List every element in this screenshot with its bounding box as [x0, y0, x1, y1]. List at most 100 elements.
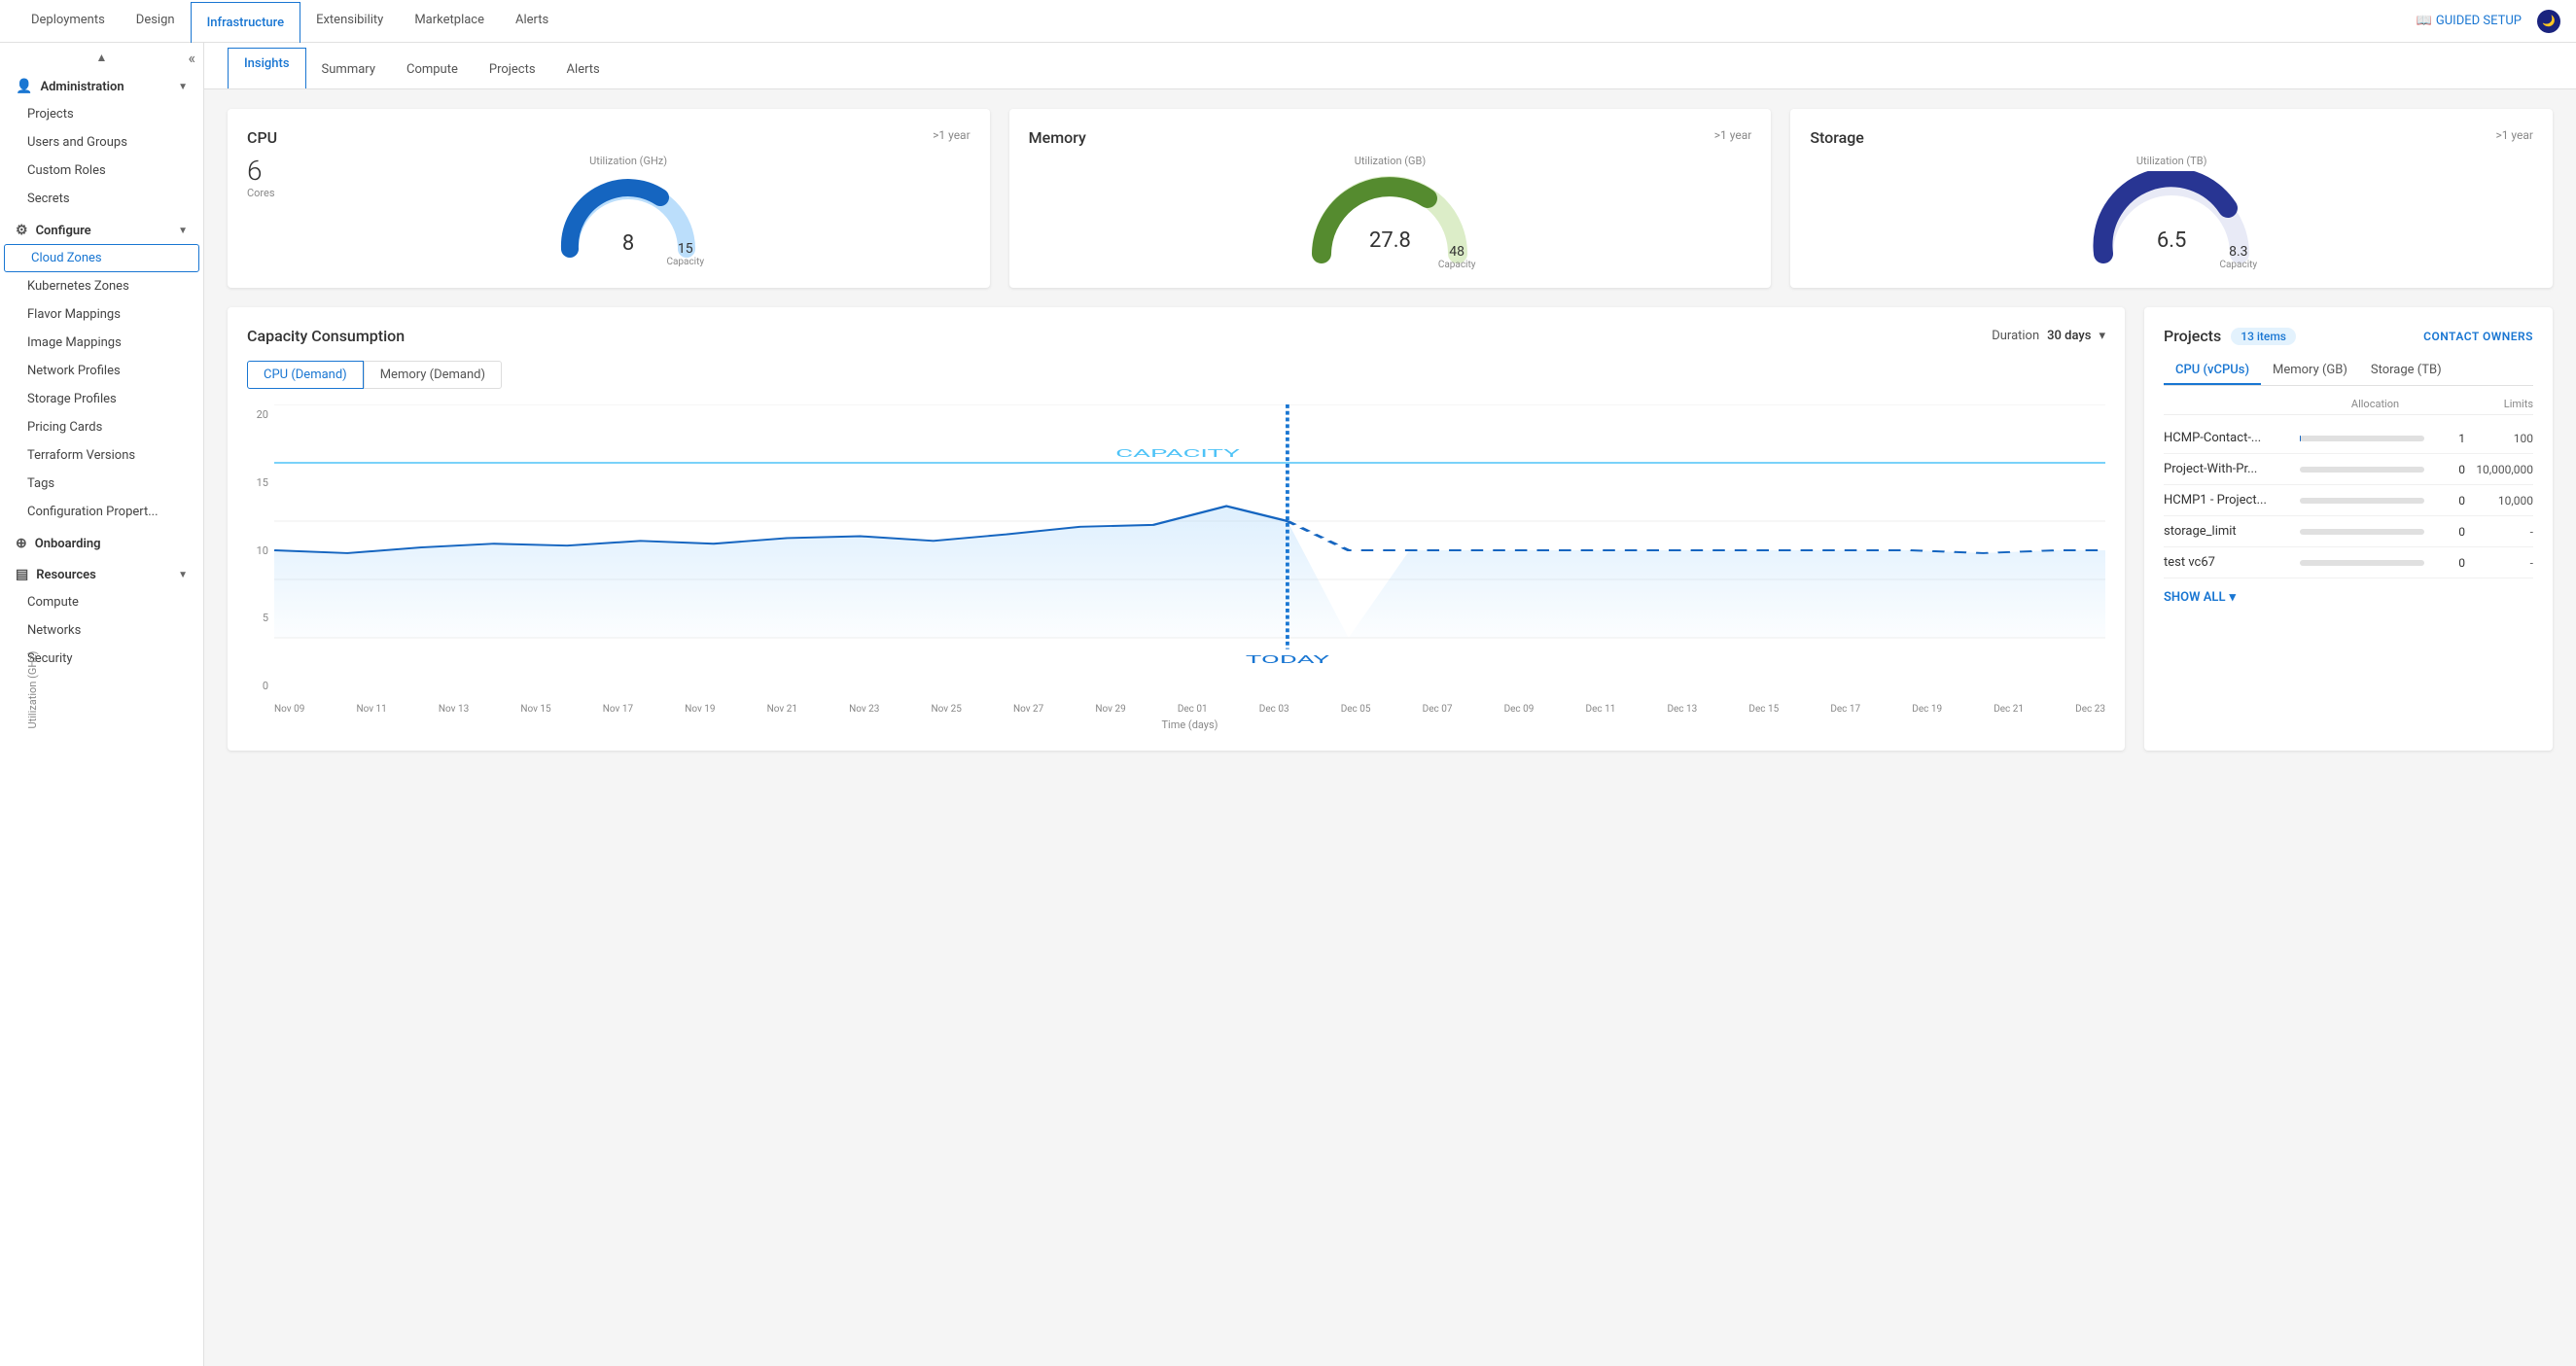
- x-label-21: Dec 21: [1994, 704, 2024, 715]
- projects-title: Projects: [2164, 327, 2221, 345]
- tab-compute[interactable]: Compute: [391, 43, 474, 88]
- guided-setup-button[interactable]: 📖 GUIDED SETUP: [2417, 14, 2522, 28]
- proj-bar-3: [2300, 529, 2424, 535]
- sidebar-item-cloud-zones[interactable]: Cloud Zones: [4, 244, 199, 272]
- top-nav: Deployments Design Infrastructure Extens…: [0, 0, 2576, 43]
- tab-summary[interactable]: Summary: [306, 43, 391, 88]
- proj-name-3: storage_limit: [2164, 524, 2288, 539]
- duration-label: Duration: [1992, 329, 2039, 343]
- projects-table-header: Allocation Limits: [2164, 398, 2533, 415]
- proj-name-2: HCMP1 - Project...: [2164, 493, 2288, 508]
- proj-row-2: HCMP1 - Project... 0 10,000: [2164, 485, 2533, 516]
- proj-limit-2: 10,000: [2465, 494, 2533, 508]
- sidebar-item-pricing-cards[interactable]: Pricing Cards: [0, 413, 203, 441]
- storage-gauge-container: Utilization (TB) 6.5 8.3 Capacity: [1810, 155, 2533, 268]
- col-limits: Limits: [2446, 398, 2533, 410]
- nav-item-design[interactable]: Design: [121, 0, 191, 43]
- sidebar-item-custom-roles[interactable]: Custom Roles: [0, 157, 203, 185]
- memory-utilization-label: Utilization (GB): [1355, 155, 1427, 167]
- show-all-button[interactable]: SHOW ALL ▾: [2164, 590, 2533, 605]
- capacity-title: Capacity Consumption: [247, 327, 405, 345]
- sidebar-item-security[interactable]: Security: [0, 645, 203, 673]
- resources-chevron: ▼: [178, 570, 188, 580]
- chart-tab-memory[interactable]: Memory (Demand): [364, 361, 502, 389]
- sidebar-item-secrets[interactable]: Secrets: [0, 185, 203, 213]
- x-label-18: Dec 15: [1748, 704, 1779, 715]
- sidebar-item-config-properties[interactable]: Configuration Propert...: [0, 498, 203, 526]
- x-label-4: Nov 17: [603, 704, 633, 715]
- x-axis-labels: Nov 09 Nov 11 Nov 13 Nov 15 Nov 17 Nov 1…: [274, 704, 2105, 715]
- nav-item-extensibility[interactable]: Extensibility: [300, 0, 399, 43]
- nav-item-infrastructure[interactable]: Infrastructure: [191, 2, 301, 43]
- x-label-11: Dec 01: [1178, 704, 1208, 715]
- proj-limit-3: -: [2465, 525, 2533, 539]
- x-label-12: Dec 03: [1259, 704, 1289, 715]
- sidebar: « ▲ 👤 Administration ▼ Projects Users an…: [0, 43, 204, 1366]
- show-all-chevron-icon: ▾: [2229, 590, 2236, 605]
- proj-bar-0: [2300, 436, 2424, 441]
- sidebar-item-storage-profiles[interactable]: Storage Profiles: [0, 385, 203, 413]
- duration-chevron-icon: ▾: [2099, 329, 2105, 343]
- onboarding-icon: ⊕: [16, 536, 27, 551]
- nav-item-alerts[interactable]: Alerts: [500, 0, 564, 43]
- capacity-chart-svg: CAPACITY: [274, 404, 2105, 696]
- resource-cards-row: CPU >1 year 6 Cores Utilization (GHz): [228, 109, 2553, 288]
- nav-item-deployments[interactable]: Deployments: [16, 0, 121, 43]
- duration-selector[interactable]: Duration 30 days ▾: [1992, 329, 2105, 343]
- proj-row-0: HCMP-Contact-... 1 100: [2164, 423, 2533, 454]
- tab-alerts[interactable]: Alerts: [551, 43, 616, 88]
- sidebar-section-configure[interactable]: ⚙ Configure ▼: [0, 213, 203, 244]
- cpu-capacity-value: 15: [678, 241, 693, 257]
- dark-mode-toggle[interactable]: 🌙: [2537, 10, 2560, 33]
- sidebar-item-networks[interactable]: Networks: [0, 616, 203, 645]
- sidebar-scroll-up[interactable]: ▲: [96, 51, 108, 64]
- storage-card: Storage >1 year Utilization (TB) 6.5: [1790, 109, 2553, 288]
- storage-title: Storage: [1810, 128, 1864, 147]
- chart-container: CAPACITY: [274, 404, 2105, 731]
- memory-title: Memory: [1029, 128, 1086, 147]
- proj-limit-0: 100: [2465, 432, 2533, 445]
- storage-card-header: Storage >1 year: [1810, 128, 2533, 147]
- y-tick-5: 5: [263, 612, 268, 624]
- sidebar-item-users-groups[interactable]: Users and Groups: [0, 128, 203, 157]
- x-label-6: Nov 21: [767, 704, 797, 715]
- tab-insights[interactable]: Insights: [228, 48, 306, 88]
- sidebar-section-onboarding[interactable]: ⊕ Onboarding: [0, 526, 203, 557]
- sidebar-item-tags[interactable]: Tags: [0, 470, 203, 498]
- sidebar-item-kubernetes-zones[interactable]: Kubernetes Zones: [0, 272, 203, 300]
- contact-owners-button[interactable]: CONTACT OWNERS: [2423, 330, 2533, 343]
- proj-tab-storage[interactable]: Storage (TB): [2359, 357, 2453, 385]
- sidebar-item-image-mappings[interactable]: Image Mappings: [0, 329, 203, 357]
- proj-alloc-2: 0: [2436, 494, 2465, 508]
- projects-header: Projects 13 items CONTACT OWNERS: [2164, 327, 2533, 345]
- sidebar-item-projects[interactable]: Projects: [0, 100, 203, 128]
- sidebar-item-flavor-mappings[interactable]: Flavor Mappings: [0, 300, 203, 329]
- sidebar-item-compute[interactable]: Compute: [0, 588, 203, 616]
- proj-row-1: Project-With-Pr... 0 10,000,000: [2164, 454, 2533, 485]
- storage-capacity-value: 8.3: [2229, 244, 2247, 260]
- chart-tab-cpu[interactable]: CPU (Demand): [247, 361, 364, 389]
- x-label-2: Nov 13: [439, 704, 469, 715]
- cpu-cores-value: 6: [247, 155, 275, 187]
- cpu-period: >1 year: [933, 128, 970, 142]
- sidebar-item-terraform-versions[interactable]: Terraform Versions: [0, 441, 203, 470]
- sidebar-section-resources[interactable]: ▤ Resources ▼: [0, 557, 203, 588]
- proj-tab-cpu[interactable]: CPU (vCPUs): [2164, 357, 2261, 385]
- cpu-gauge-container: 6 Cores Utilization (GHz): [247, 155, 970, 263]
- x-label-22: Dec 23: [2075, 704, 2105, 715]
- sidebar-item-network-profiles[interactable]: Network Profiles: [0, 357, 203, 385]
- sidebar-collapse-button[interactable]: «: [188, 51, 195, 66]
- sidebar-section-administration[interactable]: 👤 Administration ▼: [0, 69, 203, 100]
- proj-tab-memory[interactable]: Memory (GB): [2261, 357, 2359, 385]
- nav-item-marketplace[interactable]: Marketplace: [399, 0, 500, 43]
- cpu-card: CPU >1 year 6 Cores Utilization (GHz): [228, 109, 990, 288]
- cpu-gauge-svg-wrap: 8 15 Capacity: [550, 171, 706, 263]
- capacity-header: Capacity Consumption Duration 30 days ▾: [247, 327, 2105, 345]
- duration-value: 30 days: [2047, 329, 2091, 343]
- memory-card: Memory >1 year Utilization (GB) 27.8: [1009, 109, 1772, 288]
- admin-icon: 👤: [16, 79, 32, 94]
- y-tick-10: 10: [257, 544, 268, 557]
- top-nav-right: 📖 GUIDED SETUP 🌙: [2417, 10, 2560, 33]
- tab-projects[interactable]: Projects: [474, 43, 551, 88]
- show-all-label: SHOW ALL: [2164, 590, 2225, 605]
